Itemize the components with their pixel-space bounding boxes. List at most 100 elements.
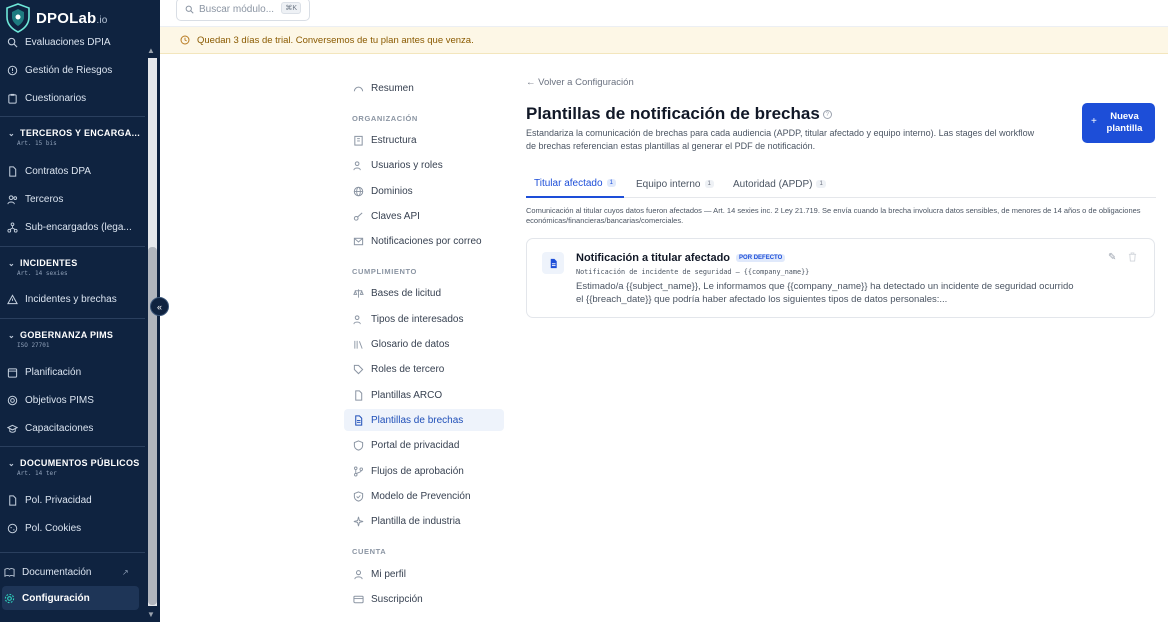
tab-count-badge: 1 — [606, 179, 616, 187]
chevron-down-icon: ⌄ — [8, 458, 16, 468]
settings-nav-suscripcion[interactable]: Suscripción — [344, 588, 504, 610]
logo-text: DPOLab.io — [36, 9, 108, 27]
settings-nav-plantillas-arco[interactable]: Plantillas ARCO — [344, 384, 504, 406]
topbar: Buscar módulo... ⌘K — [160, 0, 1168, 27]
shield-icon — [353, 439, 364, 451]
sidebar-section-gobernanza[interactable]: ⌄ GOBERNANZA PIMS ISO 27701 — [0, 330, 145, 349]
sidebar-item-terceros[interactable]: Terceros — [0, 187, 145, 211]
settings-nav-modelo-prevencion[interactable]: Modelo de Prevención — [344, 485, 504, 507]
sidebar-item-subencargados[interactable]: Sub-encargados (lega... — [0, 215, 145, 239]
arrow-left-icon: ← — [526, 77, 536, 88]
chevrons-left-icon: « — [156, 301, 162, 312]
template-title: Notificación a titular afectado POR DEFEC… — [576, 252, 786, 264]
settings-nav-estructura[interactable]: Estructura — [344, 129, 504, 151]
user-tag-icon — [353, 314, 361, 324]
sidebar-item-objetivos[interactable]: Objetivos PIMS — [0, 388, 145, 412]
document-icon — [355, 389, 363, 401]
tab-count-badge: 1 — [704, 180, 714, 188]
help-icon[interactable]: ? — [822, 110, 832, 120]
settings-nav-plantillas-brechas[interactable]: Plantillas de brechas — [344, 409, 504, 431]
document-icon — [542, 252, 564, 274]
back-link[interactable]: ← Volver a Configuración — [526, 77, 634, 88]
sidebar-item-capacitaciones[interactable]: Capacitaciones — [0, 416, 145, 440]
sidebar-section-documentos[interactable]: ⌄ DOCUMENTOS PÚBLICOS Art. 14 ter — [0, 458, 145, 477]
settings-nav-roles-tercero[interactable]: Roles de tercero — [344, 358, 504, 380]
sidebar-section-terceros[interactable]: ⌄ TERCEROS Y ENCARGA... Art. 15 bis — [0, 128, 145, 147]
settings-nav-flujos[interactable]: Flujos de aprobación — [344, 460, 504, 482]
tab-description: Comunicación al titular cuyos datos fuer… — [526, 206, 1141, 225]
settings-nav-tipos-interesados[interactable]: Tipos de interesados — [344, 308, 504, 330]
template-subject: Notificación de incidente de seguridad —… — [576, 268, 810, 276]
template-body-preview: Estimado/a {{subject_name}}, Le informam… — [576, 281, 1074, 305]
target-icon — [7, 395, 18, 405]
settings-nav-claves-api[interactable]: Claves API — [344, 205, 504, 227]
tab-autoridad-apdp[interactable]: Autoridad (APDP) 1 — [733, 170, 826, 198]
sidebar-item-cuestionarios[interactable]: Cuestionarios — [0, 86, 145, 110]
settings-nav-plantilla-industria[interactable]: Plantilla de industria — [344, 510, 504, 532]
tab-equipo-interno[interactable]: Equipo interno 1 — [636, 170, 714, 198]
sidebar-item-pol-privacidad[interactable]: Pol. Privacidad — [0, 488, 145, 512]
sidebar-divider — [0, 246, 145, 247]
users-icon — [7, 194, 18, 204]
chevron-down-icon: ⌄ — [8, 128, 16, 138]
document-icon — [9, 494, 17, 506]
credit-card-icon — [353, 595, 364, 603]
settings-nav-mi-perfil[interactable]: Mi perfil — [344, 563, 504, 585]
calendar-icon — [7, 367, 18, 378]
chevron-down-icon: ⌄ — [8, 258, 16, 268]
sidebar-item-contratos[interactable]: Contratos DPA — [0, 159, 145, 183]
building-icon — [354, 135, 363, 146]
settings-nav-bases-licitud[interactable]: Bases de licitud — [344, 282, 504, 304]
template-card[interactable]: Notificación a titular afectado POR DEFEC… — [526, 238, 1155, 318]
sidebar-item-documentacion[interactable]: Documentación ↗ — [0, 560, 145, 584]
settings-nav-glosario[interactable]: Glosario de datos — [344, 333, 504, 355]
sidebar-item-evaluaciones[interactable]: Evaluaciones DPIA — [0, 30, 145, 54]
settings-nav-usuarios[interactable]: Usuarios y roles — [344, 154, 504, 176]
search-input[interactable]: Buscar módulo... ⌘K — [176, 0, 310, 21]
chevron-down-icon: ⌄ — [8, 330, 16, 340]
scroll-down-arrow-icon[interactable]: ▼ — [147, 610, 155, 619]
settings-nav-dominios[interactable]: Dominios — [344, 180, 504, 202]
mail-icon — [353, 237, 364, 245]
sidebar-section-incidentes[interactable]: ⌄ INCIDENTES Art. 14 sexies — [0, 258, 145, 277]
library-icon — [354, 340, 363, 349]
clipboard-icon — [8, 93, 17, 104]
settings-nav-notificaciones[interactable]: Notificaciones por correo — [344, 230, 504, 252]
shield-alert-icon — [7, 65, 18, 75]
tab-titular-afectado[interactable]: Titular afectado 1 — [526, 170, 624, 198]
default-badge: POR DEFECTO — [736, 254, 786, 263]
cookie-icon — [7, 523, 18, 533]
collapse-sidebar-button[interactable]: « — [150, 297, 169, 316]
document-icon — [9, 165, 17, 177]
sidebar: DPOLab.io Evaluaciones DPIA Gestión de R… — [0, 0, 160, 622]
sidebar-divider — [0, 446, 145, 447]
scroll-up-arrow-icon[interactable]: ▲ — [147, 46, 155, 55]
shield-logo-icon — [6, 3, 30, 33]
page-description: Estandariza la comunicación de brechas p… — [526, 128, 1035, 151]
sidebar-item-incidentes[interactable]: Incidentes y brechas — [0, 287, 145, 311]
settings-nav-resumen[interactable]: Resumen — [344, 77, 504, 99]
gear-icon — [4, 593, 15, 603]
settings-nav-heading: CUMPLIMIENTO — [352, 267, 417, 276]
pencil-icon: ✎ — [1108, 252, 1117, 263]
settings-nav-portal-privacidad[interactable]: Portal de privacidad — [344, 434, 504, 456]
sidebar-item-configuracion[interactable]: Configuración — [2, 586, 139, 610]
sidebar-item-pol-cookies[interactable]: Pol. Cookies — [0, 516, 145, 540]
document-icon — [355, 414, 363, 426]
audience-tabs: Titular afectado 1 Equipo interno 1 Autori… — [526, 170, 1156, 198]
sidebar-item-planificacion[interactable]: Planificación — [0, 360, 145, 384]
new-template-button[interactable]: + Nueva plantilla — [1082, 103, 1155, 143]
shield-check-icon — [353, 490, 364, 502]
delete-button[interactable] — [1128, 252, 1137, 265]
sidebar-divider — [0, 552, 145, 553]
globe-icon — [353, 186, 364, 196]
plus-icon: + — [1091, 116, 1097, 127]
sidebar-item-riesgos[interactable]: Gestión de Riesgos — [0, 58, 145, 82]
trial-banner: Quedan 3 días de trial. Conversemos de t… — [160, 27, 1168, 54]
gauge-icon — [353, 86, 364, 91]
settings-nav-heading: CUENTA — [352, 547, 387, 556]
sidebar-scroll-area: Evaluaciones DPIA Gestión de Riesgos Cue… — [0, 36, 145, 622]
settings-nav-heading: ORGANIZACIÓN — [352, 114, 418, 123]
external-link-icon: ↗ — [122, 567, 129, 577]
edit-button[interactable]: ✎ — [1108, 252, 1116, 263]
